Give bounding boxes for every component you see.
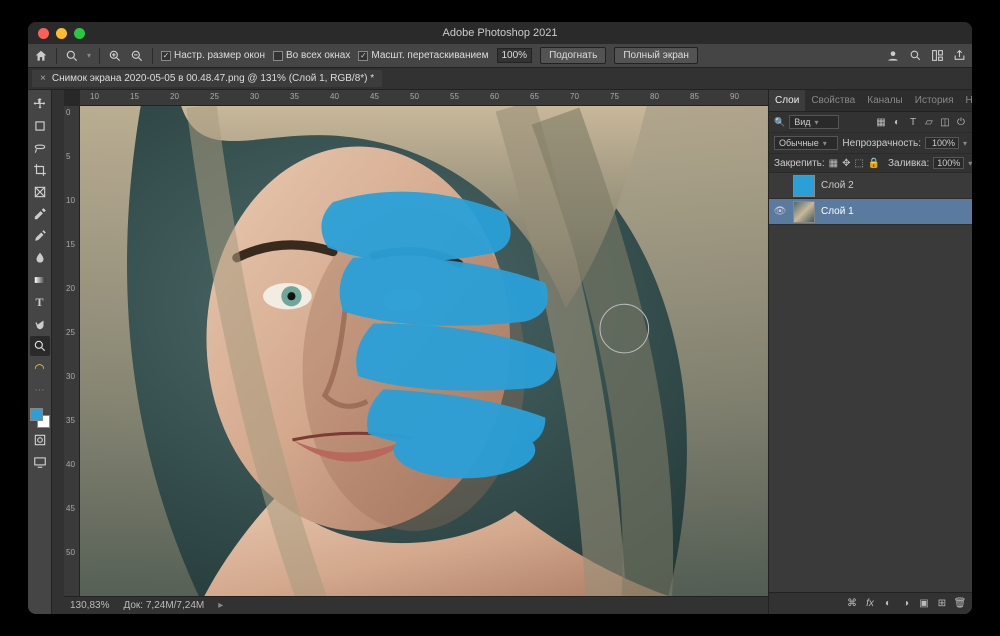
- status-bar: 130,83% Док: 7,24M/7,24M ▸: [64, 596, 768, 614]
- banana-icon[interactable]: ◠: [30, 358, 50, 378]
- blend-mode-select[interactable]: Обычные: [774, 136, 838, 150]
- layer-name: Слой 2: [821, 180, 854, 191]
- options-bar: ▾ Настр. размер окон Во всех окнах Масшт…: [28, 44, 972, 68]
- zoom-in-icon[interactable]: [108, 49, 122, 63]
- panel-tabs: СлоиСвойстваКаналыИсторияНавигатор: [769, 90, 972, 112]
- panel-tab-3[interactable]: История: [909, 90, 960, 111]
- app-title: Adobe Photoshop 2021: [28, 27, 972, 39]
- canvas[interactable]: [80, 106, 768, 596]
- edit-toolbar-icon[interactable]: ⋯: [30, 380, 50, 400]
- mask-icon[interactable]: ◐: [882, 598, 894, 610]
- layer-thumbnail[interactable]: [793, 175, 815, 197]
- hand-tool[interactable]: [30, 314, 50, 334]
- blur-tool[interactable]: [30, 248, 50, 268]
- document-tab[interactable]: × Снимок экрана 2020-05-05 в 00.48.47.pn…: [32, 70, 382, 87]
- layer-row[interactable]: 👁 Слой 1: [769, 199, 972, 225]
- zoom-tool[interactable]: [30, 336, 50, 356]
- all-windows-checkbox[interactable]: Во всех окнах: [273, 50, 350, 61]
- fit-button[interactable]: Подогнать: [540, 47, 606, 64]
- frame-tool[interactable]: [30, 182, 50, 202]
- filter-shape-icon[interactable]: ▱: [923, 116, 935, 128]
- lock-all-icon[interactable]: 🔒: [868, 157, 880, 169]
- close-tab-icon[interactable]: ×: [40, 73, 46, 84]
- filter-type-icon[interactable]: T: [907, 116, 919, 128]
- chevron-down-icon[interactable]: ▾: [87, 51, 91, 60]
- document-tabbar: × Снимок экрана 2020-05-05 в 00.48.47.pn…: [28, 68, 972, 90]
- quickmask-icon[interactable]: [30, 430, 50, 450]
- lasso-tool[interactable]: [30, 138, 50, 158]
- resize-windows-checkbox[interactable]: Настр. размер окон: [161, 50, 265, 61]
- zoom-out-icon[interactable]: [130, 49, 144, 63]
- panel-tab-1[interactable]: Свойства: [805, 90, 861, 111]
- search-icon[interactable]: [908, 49, 922, 63]
- search-icon[interactable]: [65, 49, 79, 63]
- brush-tool[interactable]: [30, 226, 50, 246]
- scrubby-zoom-checkbox[interactable]: Масшт. перетаскиванием: [358, 50, 488, 61]
- document-image: [80, 106, 768, 596]
- workspace-icon[interactable]: [930, 49, 944, 63]
- filter-pixel-icon[interactable]: ▦: [875, 116, 887, 128]
- status-arrow-icon[interactable]: ▸: [218, 600, 223, 611]
- panel-footer: ⌘ fx ◐ ◑ ▣ ⊞ 🗑: [769, 592, 972, 614]
- cloud-user-icon[interactable]: [886, 49, 900, 63]
- delete-layer-icon[interactable]: 🗑: [954, 598, 966, 610]
- lock-artboard-icon[interactable]: ⬚: [855, 157, 864, 169]
- link-layers-icon[interactable]: ⌘: [846, 598, 858, 610]
- status-docsize[interactable]: Док: 7,24M/7,24M: [123, 600, 204, 611]
- left-tool-strip: T ◠ ⋯: [28, 90, 52, 614]
- document-tab-label: Снимок экрана 2020-05-05 в 00.48.47.png …: [52, 73, 374, 84]
- new-layer-icon[interactable]: ⊞: [936, 598, 948, 610]
- horizontal-ruler[interactable]: 1015202530354045505560657075808590: [80, 90, 768, 106]
- panel-tab-4[interactable]: Навигатор: [960, 90, 972, 111]
- home-button[interactable]: [34, 49, 48, 63]
- zoom-field[interactable]: 100%: [497, 48, 533, 63]
- layer-row[interactable]: Слой 2: [769, 173, 972, 199]
- adjustment-icon[interactable]: ◑: [900, 598, 912, 610]
- layer-thumbnail[interactable]: [793, 201, 815, 223]
- fill-field[interactable]: 100%: [933, 157, 964, 169]
- type-tool[interactable]: T: [30, 292, 50, 312]
- filter-adjust-icon[interactable]: ◐: [891, 116, 903, 128]
- lock-label: Закрепить:: [774, 158, 825, 169]
- layers-panel: СлоиСвойстваКаналыИсторияНавигатор 🔍 Вид…: [768, 90, 972, 614]
- status-zoom[interactable]: 130,83%: [70, 600, 109, 611]
- fill-label: Заливка:: [888, 158, 929, 169]
- vertical-ruler[interactable]: 05101520253035404550: [64, 106, 80, 596]
- screenmode-icon[interactable]: [30, 452, 50, 472]
- color-swatches[interactable]: [30, 408, 50, 428]
- filter-smart-icon[interactable]: ◫: [939, 116, 951, 128]
- visibility-toggle[interactable]: 👁: [773, 206, 787, 217]
- gradient-tool[interactable]: [30, 270, 50, 290]
- opacity-label: Непрозрачность:: [842, 138, 921, 149]
- layers-list: Слой 2 👁 Слой 1: [769, 173, 972, 592]
- lock-pixels-icon[interactable]: ▦: [829, 157, 838, 169]
- layer-filter-select[interactable]: Вид: [789, 115, 839, 129]
- panel-tab-2[interactable]: Каналы: [861, 90, 909, 111]
- titlebar: Adobe Photoshop 2021: [28, 22, 972, 44]
- eyedropper-tool[interactable]: [30, 204, 50, 224]
- fullscreen-button[interactable]: Полный экран: [614, 47, 698, 64]
- artboard-tool[interactable]: [30, 116, 50, 136]
- panel-tab-0[interactable]: Слои: [769, 90, 805, 111]
- lock-position-icon[interactable]: ✥: [842, 157, 850, 169]
- layer-name: Слой 1: [821, 206, 854, 217]
- share-icon[interactable]: [952, 49, 966, 63]
- group-icon[interactable]: ▣: [918, 598, 930, 610]
- opacity-field[interactable]: 100%: [925, 137, 959, 149]
- fx-icon[interactable]: fx: [864, 598, 876, 610]
- app-window: Adobe Photoshop 2021 ▾ Настр. размер око…: [28, 22, 972, 614]
- crop-tool[interactable]: [30, 160, 50, 180]
- filter-toggle-icon[interactable]: ⏻: [955, 116, 967, 128]
- move-tool[interactable]: [30, 94, 50, 114]
